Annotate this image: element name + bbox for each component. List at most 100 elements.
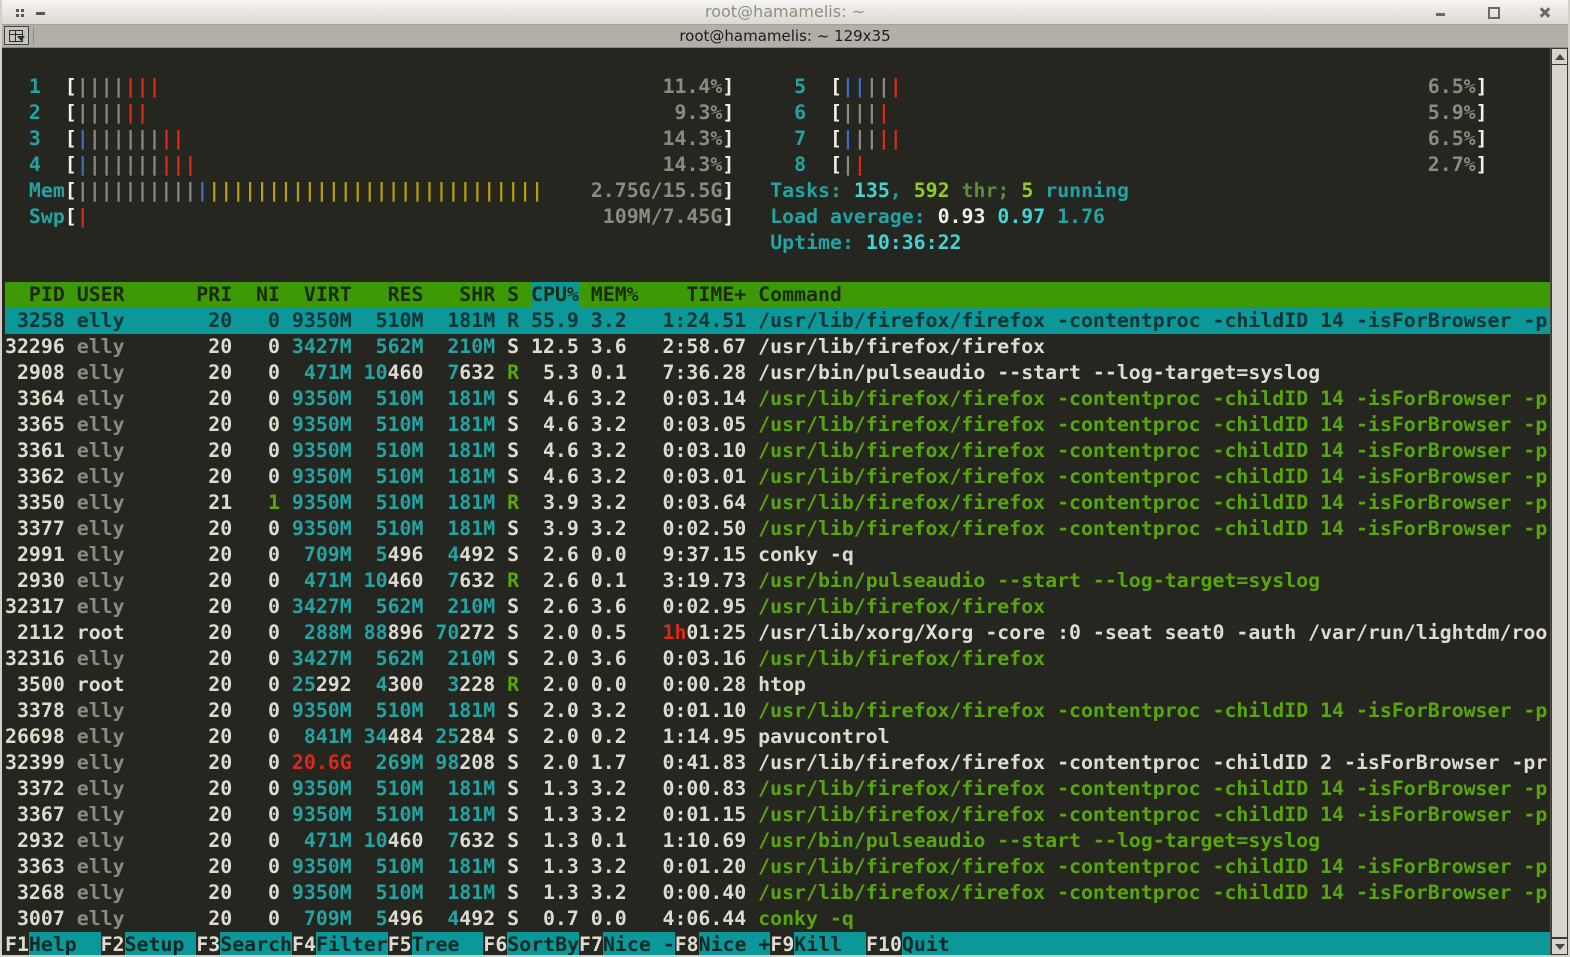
tab-separator [33,27,34,44]
process-row[interactable]: 3362elly2009350M510M181MS4.63.20:03.01/u… [5,464,1550,490]
process-row[interactable]: 2930elly200471M104607632R2.60.13:19.73/u… [5,568,1550,594]
process-row[interactable]: 3372elly2009350M510M181MS1.33.20:00.83/u… [5,776,1550,802]
fkey-sortby[interactable]: F6SortBy [483,932,579,955]
column-header-res[interactable]: RES [364,282,424,308]
meters-left-column: 1[|||||||11.4%] 2[||||||9.3%] 3[||||||||… [5,74,734,230]
column-header-pri[interactable]: PRI [196,282,232,308]
cell-res: 562M [364,334,424,360]
cell-user: elly [77,516,197,542]
process-row[interactable]: 26698elly200841M3448425284S2.00.21:14.95… [5,724,1550,750]
cell-time: 9:37.15 [651,542,747,568]
column-header-shr[interactable]: SHR [435,282,495,308]
column-header-s[interactable]: S [507,282,519,308]
cell-cmd: /usr/bin/pulseaudio --start --log-target… [758,568,1550,594]
cell-cpu: 4.6 [531,464,579,490]
meter-bars: ||||||| [77,74,663,100]
cell-ni: 0 [244,594,280,620]
scroll-down-button[interactable] [1551,938,1568,955]
cell-s: S [507,646,519,672]
cell-cmd: /usr/lib/firefox/firefox -contentproc -c… [758,802,1550,828]
process-row[interactable]: 3363elly2009350M510M181MS1.33.20:01.20/u… [5,854,1550,880]
cell-cmd: conky -q [758,906,1550,932]
fkey-setup[interactable]: F2Setup [101,932,197,955]
column-header-cmd[interactable]: Command [758,282,1550,308]
cell-ni: 0 [244,672,280,698]
fkey-quit[interactable]: F10Quit [866,932,974,955]
process-row[interactable]: 3268elly2009350M510M181MS1.33.20:00.40/u… [5,880,1550,906]
cell-cmd: /usr/lib/firefox/firefox -contentproc -c… [758,490,1550,516]
process-row[interactable]: 3367elly2009350M510M181MS1.33.20:01.15/u… [5,802,1550,828]
cell-s: S [507,516,519,542]
fkey-tree[interactable]: F5Tree [388,932,484,955]
cell-user: elly [77,334,197,360]
cell-pid: 3363 [5,854,65,880]
process-row[interactable]: 32399elly20020.6G269M98208S2.01.70:41.83… [5,750,1550,776]
cell-time: 0:02.50 [651,516,747,542]
process-row[interactable]: 3350elly2119350M510M181MR3.93.20:03.64/u… [5,490,1550,516]
process-row[interactable]: 3007elly200709M54964492S0.70.04:06.44con… [5,906,1550,932]
process-row[interactable]: 3365elly2009350M510M181MS4.63.20:03.05/u… [5,412,1550,438]
cell-time: 0:01.10 [651,698,747,724]
column-header-time[interactable]: TIME+ [651,282,747,308]
close-button[interactable] [1538,5,1552,19]
cell-virt: 9350M [292,854,352,880]
cell-shr: 181M [435,880,495,906]
cell-pri: 20 [196,724,232,750]
cell-cpu: 2.6 [531,594,579,620]
process-row[interactable]: 32316elly2003427M562M210MS2.03.60:03.16/… [5,646,1550,672]
column-header-virt[interactable]: VIRT [292,282,352,308]
cell-cmd: /usr/lib/firefox/firefox -contentproc -c… [758,880,1550,906]
cell-pid: 32296 [5,334,65,360]
process-row[interactable]: 2932elly200471M104607632S1.30.11:10.69/u… [5,828,1550,854]
process-row[interactable]: 32296elly2003427M562M210MS12.53.62:58.67… [5,334,1550,360]
cell-cpu: 2.0 [531,724,579,750]
cell-user: elly [77,776,197,802]
column-header-mem[interactable]: MEM% [591,282,639,308]
fkey-nice-plus[interactable]: F8Nice + [675,932,771,955]
process-row[interactable]: 2908elly200471M104607632R5.30.17:36.28/u… [5,360,1550,386]
tab-list-button[interactable] [4,26,29,45]
process-row[interactable]: 2112root200288M8889670272S2.00.51h01:25/… [5,620,1550,646]
cell-user: elly [77,750,197,776]
cell-shr: 181M [435,776,495,802]
fkey-filter[interactable]: F4Filter [292,932,388,955]
cell-s: S [507,802,519,828]
fkey-nice-minus[interactable]: F7Nice - [579,932,675,955]
cell-s: S [507,464,519,490]
column-header-cpu[interactable]: CPU% [531,282,579,308]
cell-mem: 3.2 [591,308,639,334]
meter-3: 3[|||||||||14.3%] [5,126,734,152]
cell-ni: 0 [244,334,280,360]
meter-7: 7[|||||6.5%] [770,126,1487,152]
process-row[interactable]: 3378elly2009350M510M181MS2.03.20:01.10/u… [5,698,1550,724]
minimize-button[interactable] [1434,5,1448,19]
column-header-user[interactable]: USER [77,282,197,308]
fkey-kill[interactable]: F9Kill [770,932,866,955]
column-header-ni[interactable]: NI [244,282,280,308]
process-row[interactable]: 3500root2002529243003228R2.00.00:00.28ht… [5,672,1550,698]
process-row[interactable]: 3361elly2009350M510M181MS4.63.20:03.10/u… [5,438,1550,464]
cell-mem: 3.2 [591,802,639,828]
scrollbar[interactable] [1550,48,1568,955]
process-row[interactable]: 3364elly2009350M510M181MS4.63.20:03.14/u… [5,386,1550,412]
cell-shr: 3228 [435,672,495,698]
cell-ni: 0 [244,516,280,542]
process-row[interactable]: 2991elly200709M54964492S2.60.09:37.15con… [5,542,1550,568]
fkey-help[interactable]: F1Help [5,932,101,955]
fkey-search[interactable]: F3Search [196,932,292,955]
scrollbar-thumb[interactable] [1551,65,1568,938]
meter-bars: ||||||||| [77,126,663,152]
cell-s: S [507,594,519,620]
cell-pid: 3378 [5,698,65,724]
process-row-selected[interactable]: 3258elly2009350M510M181MR55.93.21:24.51/… [5,308,1550,334]
cell-pri: 20 [196,776,232,802]
column-header-pid[interactable]: PID [5,282,65,308]
scroll-up-button[interactable] [1551,48,1568,65]
meter-8: 8[||2.7%] [770,152,1487,178]
cell-user: elly [77,594,197,620]
maximize-button[interactable] [1486,5,1500,19]
cell-s: S [507,542,519,568]
process-row[interactable]: 32317elly2003427M562M210MS2.63.60:02.95/… [5,594,1550,620]
cell-s: S [507,620,519,646]
process-row[interactable]: 3377elly2009350M510M181MS3.93.20:02.50/u… [5,516,1550,542]
